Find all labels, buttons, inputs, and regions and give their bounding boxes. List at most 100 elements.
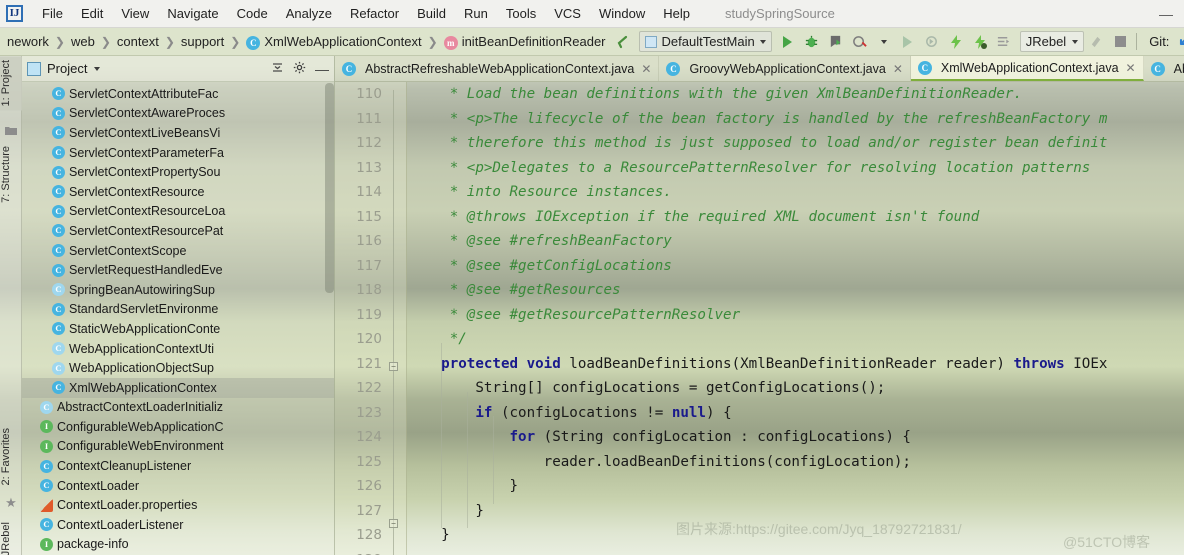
code-line[interactable]: } [407, 523, 450, 548]
tree-item[interactable]: I ConfigurableWebApplicationC [22, 417, 334, 437]
tree-item[interactable]: Ipackage-info [22, 535, 334, 555]
menu-item-vcs[interactable]: VCS [545, 4, 590, 23]
tree-item[interactable]: C StandardServletEnvironme [22, 300, 334, 320]
tree-item[interactable]: C StaticWebApplicationConte [22, 319, 334, 339]
code-editor[interactable]: 110 111 112 113 114 115 116 117 118 119 120 121 122 1… [335, 82, 1184, 555]
editor-tab[interactable]: C GroovyWebApplicationContext.java ✕ [659, 56, 911, 81]
hide-icon[interactable]: — [315, 62, 329, 76]
tree-item[interactable]: C WebApplicationObjectSup [22, 358, 334, 378]
close-icon[interactable]: ✕ [1126, 61, 1136, 75]
hotswap-alt-icon[interactable] [968, 30, 992, 54]
build-icon[interactable] [1084, 30, 1108, 54]
code-line[interactable]: * <p>Delegates to a ResourcePatternResol… [407, 156, 1091, 181]
menu-item-refactor[interactable]: Refactor [341, 4, 408, 23]
code-line[interactable]: if (configLocations != null) { [407, 401, 731, 426]
code-line[interactable]: } [407, 499, 484, 524]
menu-item-file[interactable]: File [33, 4, 72, 23]
code-line[interactable]: * @see #getResources [407, 278, 621, 303]
menu-item-analyze[interactable]: Analyze [277, 4, 341, 23]
sidebar-item-structure[interactable]: 7: Structure [0, 142, 22, 207]
tree-item[interactable]: C ServletContextAwareProces [22, 104, 334, 124]
menu-item-tools[interactable]: Tools [497, 4, 545, 23]
update-project-icon[interactable] [1172, 30, 1184, 54]
tree-item[interactable]: C WebApplicationContextUti [22, 339, 334, 359]
code-line[interactable]: protected void loadBeanDefinitions(XmlBe… [407, 352, 1107, 377]
collapse-all-icon[interactable] [271, 61, 284, 77]
menu-item-run[interactable]: Run [455, 4, 497, 23]
run-with-coverage-icon[interactable] [824, 30, 848, 54]
breadcrumb-item-5[interactable]: m initBeanDefinitionReader [439, 33, 611, 51]
tree-item[interactable]: C ServletContextPropertySou [22, 162, 334, 182]
code-line[interactable]: * @see #refreshBeanFactory [407, 229, 672, 254]
breadcrumb-item-4[interactable]: C XmlWebApplicationContext [241, 33, 426, 51]
run-icon[interactable] [776, 30, 800, 54]
project-tree-scrollbar[interactable] [325, 83, 334, 293]
code-line[interactable]: * into Resource instances. [407, 180, 672, 205]
editor-gutter[interactable]: 110 111 112 113 114 115 116 117 118 119 120 121 122 1… [335, 82, 407, 555]
menu-item-build[interactable]: Build [408, 4, 455, 23]
tree-item[interactable]: C XmlWebApplicationContex [22, 377, 334, 398]
stop-icon[interactable] [1108, 30, 1132, 54]
menu-item-help[interactable]: Help [654, 4, 699, 23]
code-line[interactable]: reader.loadBeanDefinitions(configLocatio… [407, 450, 911, 475]
code-line[interactable]: } [407, 474, 519, 499]
breadcrumb-item-2[interactable]: context [112, 33, 164, 50]
back-arrow-icon[interactable] [611, 30, 635, 54]
tree-item[interactable]: C ServletContextParameterFa [22, 143, 334, 163]
project-tree[interactable]: C ServletContextAttributeFac C ServletConte… [22, 82, 334, 555]
fold-collapse-icon[interactable]: − [389, 519, 398, 528]
sidebar-item-project[interactable]: 1: Project [0, 56, 22, 111]
debug-icon[interactable] [800, 30, 824, 54]
tree-item[interactable]: C ServletContextResourceLoa [22, 202, 334, 222]
code-line[interactable]: */ [407, 327, 467, 352]
tree-item[interactable]: C ServletRequestHandledEve [22, 260, 334, 280]
code-line[interactable]: for (String configLocation : configLocat… [407, 425, 911, 450]
update-app-icon[interactable] [992, 30, 1016, 54]
code-line[interactable]: * <p>The lifecycle of the bean factory i… [407, 107, 1108, 132]
profile-icon[interactable] [848, 30, 872, 54]
fold-collapse-icon[interactable]: − [389, 362, 398, 371]
code-line[interactable]: * Load the bean definitions with the giv… [407, 82, 1022, 107]
jrebel-selector[interactable]: JRebel [1019, 31, 1085, 52]
tree-item[interactable]: C ServletContextResourcePat [22, 221, 334, 241]
tree-item[interactable]: C ServletContextAttributeFac [22, 84, 334, 104]
tree-item[interactable]: C AbstractContextLoaderInitializ [22, 398, 334, 418]
close-icon[interactable]: ✕ [893, 62, 903, 76]
menu-item-edit[interactable]: Edit [72, 4, 112, 23]
tree-item[interactable]: ContextLoader.properties [22, 495, 334, 515]
menu-item-code[interactable]: Code [228, 4, 277, 23]
tree-item[interactable]: C ContextLoader [22, 476, 334, 496]
gear-icon[interactable] [293, 61, 306, 77]
editor-tab[interactable]: C AbstractRef [1144, 56, 1184, 81]
tree-item[interactable]: C ServletContextLiveBeansVi [22, 123, 334, 143]
sidebar-item-favorites[interactable]: 2: Favorites [0, 424, 22, 489]
tree-item[interactable]: I ConfigurableWebEnvironment [22, 437, 334, 457]
code-line[interactable]: * @see #getConfigLocations [407, 254, 672, 279]
hotswap-icon[interactable] [944, 30, 968, 54]
menu-item-navigate[interactable]: Navigate [158, 4, 227, 23]
rerun-icon[interactable] [896, 30, 920, 54]
tree-item[interactable]: C ContextLoaderListener [22, 515, 334, 535]
run-configuration-selector[interactable]: DefaultTestMain [638, 31, 772, 52]
code-line[interactable]: * @see #getResourcePatternResolver [407, 303, 740, 328]
tree-item[interactable]: C ContextCleanupListener [22, 456, 334, 476]
menu-item-window[interactable]: Window [590, 4, 654, 23]
code-line[interactable]: String[] configLocations = getConfigLoca… [407, 376, 885, 401]
close-icon[interactable]: ✕ [641, 62, 651, 76]
editor-tab[interactable]: C AbstractRefreshableWebApplicationContex… [335, 56, 660, 81]
tree-item[interactable]: C SpringBeanAutowiringSup [22, 280, 334, 300]
breadcrumb-item-1[interactable]: web [66, 33, 100, 50]
code-line[interactable]: * @throws IOException if the required XM… [407, 205, 980, 230]
breadcrumb-item-0[interactable]: nework [2, 33, 54, 50]
tree-item[interactable]: C ServletContextScope [22, 241, 334, 261]
code-line[interactable] [407, 548, 441, 555]
menu-item-view[interactable]: View [112, 4, 158, 23]
attach-debugger-icon[interactable] [920, 30, 944, 54]
code-line[interactable]: * therefore this method is just supposed… [407, 131, 1108, 156]
editor-tab[interactable]: C XmlWebApplicationContext.java ✕ [910, 56, 1144, 81]
breadcrumb-item-3[interactable]: support [176, 33, 229, 50]
chevron-down-icon[interactable] [94, 66, 101, 71]
minimize-button[interactable]: — [1148, 6, 1184, 22]
chevron-down-icon[interactable] [872, 30, 896, 54]
sidebar-item-jrebel[interactable]: JRebel [0, 518, 22, 555]
